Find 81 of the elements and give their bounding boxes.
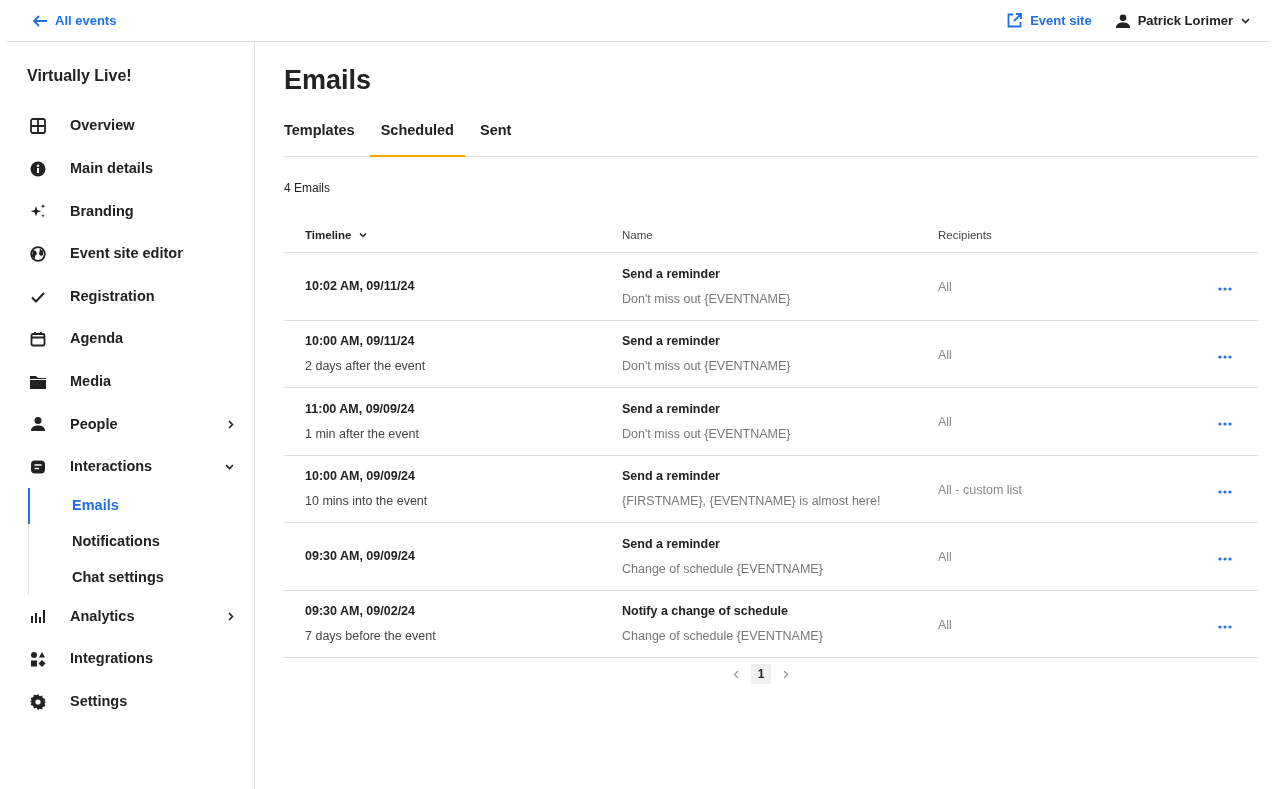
- email-subject: Change of schedule {EVENTNAME}: [622, 628, 824, 646]
- recipients: All: [938, 550, 952, 565]
- info-icon: [30, 160, 46, 177]
- chevron-right-icon: [783, 669, 789, 679]
- shapes-icon: [30, 651, 46, 667]
- page-button[interactable]: 1: [751, 664, 771, 685]
- email-name: Send a reminder: [622, 333, 721, 351]
- sidebar-item[interactable]: Branding: [27, 190, 240, 233]
- email-subject: {FIRSTNAME}, {EVENTNAME} is almost here!: [622, 493, 882, 511]
- sidebar-subitem[interactable]: Notifications: [28, 523, 240, 560]
- tab[interactable]: Sent: [469, 114, 523, 158]
- folder-icon: [30, 373, 46, 390]
- calendar-icon: [30, 331, 46, 348]
- person-icon: [1115, 13, 1130, 28]
- email-subject: Don't miss out {EVENTNAME}: [622, 290, 792, 308]
- gear-icon: [30, 693, 46, 710]
- chevron-down-icon: [359, 233, 368, 239]
- timing-note: 1 min after the event: [305, 425, 420, 443]
- sidebar-item[interactable]: Media: [27, 360, 240, 404]
- tab[interactable]: Templates: [284, 114, 366, 158]
- timing-note: 10 mins into the event: [305, 493, 429, 511]
- sidebar-item[interactable]: Registration: [27, 275, 240, 318]
- more-icon: [1218, 624, 1232, 629]
- sidebar-item[interactable]: Settings: [27, 680, 240, 723]
- chevron-left-icon: [733, 669, 739, 679]
- chevron-down-icon: [1241, 17, 1250, 24]
- event-site-link[interactable]: Event site: [1007, 10, 1092, 31]
- arrow-left-icon: [33, 14, 47, 27]
- scheduled-time: 10:02 AM, 09/11/24: [305, 278, 416, 296]
- email-subject: Don't miss out {EVENTNAME}: [622, 358, 792, 376]
- more-icon: [1218, 557, 1232, 562]
- email-name: Send a reminder: [622, 400, 721, 418]
- scheduled-time: 10:00 AM, 09/11/24: [305, 333, 416, 351]
- recipients: All: [938, 347, 952, 362]
- scheduled-time: 11:00 AM, 09/09/24: [305, 400, 416, 418]
- next-page-button[interactable]: [783, 669, 789, 679]
- email-count: 4 Emails: [284, 180, 330, 198]
- scheduled-time: 09:30 AM, 09/09/24: [305, 548, 417, 566]
- globe-icon: [30, 246, 46, 263]
- recipients: All - custom list: [938, 482, 1023, 497]
- email-name: Send a reminder: [622, 265, 721, 283]
- scheduled-time: 10:00 AM, 09/09/24: [305, 468, 417, 486]
- email-name: Send a reminder: [622, 535, 721, 553]
- page-title: Emails: [284, 64, 372, 97]
- column-header: Name: [622, 229, 653, 242]
- recipients: All: [938, 415, 952, 430]
- sidebar-item[interactable]: Analytics: [27, 595, 240, 638]
- email-name: Notify a change of schedule: [622, 603, 789, 621]
- more-icon: [1218, 422, 1232, 427]
- timing-note: 2 days after the event: [305, 358, 427, 376]
- sidebar-item[interactable]: People: [27, 403, 240, 446]
- external-link-icon: [1007, 13, 1023, 28]
- previous-page-button[interactable]: [733, 669, 739, 679]
- tab[interactable]: Scheduled: [369, 114, 465, 158]
- user-menu[interactable]: Patrick Lorimer: [1115, 10, 1250, 31]
- recipients: All: [938, 280, 952, 295]
- sidebar-subitem[interactable]: Chat settings: [28, 559, 240, 596]
- scheduled-time: 09:30 AM, 09/02/24: [305, 603, 417, 621]
- sidebar-item[interactable]: Interactions: [27, 445, 240, 489]
- sidebar-subitem[interactable]: Emails: [28, 488, 240, 524]
- sidebar-item[interactable]: Integrations: [27, 637, 240, 681]
- more-icon: [1218, 354, 1232, 359]
- grid-icon: [30, 118, 46, 135]
- more-icon: [1218, 489, 1232, 494]
- more-icon: [1218, 287, 1232, 292]
- back-link[interactable]: All events: [33, 10, 117, 31]
- email-subject: Don't miss out {EVENTNAME}: [622, 425, 792, 443]
- email-subject: Change of schedule {EVENTNAME}: [622, 560, 824, 578]
- sidebar-item[interactable]: Event site editor: [27, 232, 240, 276]
- sidebar-item[interactable]: Agenda: [27, 317, 240, 361]
- event-title: Virtually Live!: [27, 66, 132, 86]
- sidebar-item[interactable]: Overview: [27, 105, 240, 148]
- recipients: All: [938, 617, 952, 632]
- chat-icon: [30, 459, 46, 476]
- person-icon: [30, 416, 46, 433]
- column-header: Recipients: [938, 229, 992, 242]
- column-header[interactable]: Timeline: [305, 227, 368, 245]
- bar-chart-icon: [30, 608, 46, 625]
- email-name: Send a reminder: [622, 468, 721, 486]
- sidebar-item[interactable]: Main details: [27, 147, 240, 191]
- timing-note: 7 days before the event: [305, 628, 437, 646]
